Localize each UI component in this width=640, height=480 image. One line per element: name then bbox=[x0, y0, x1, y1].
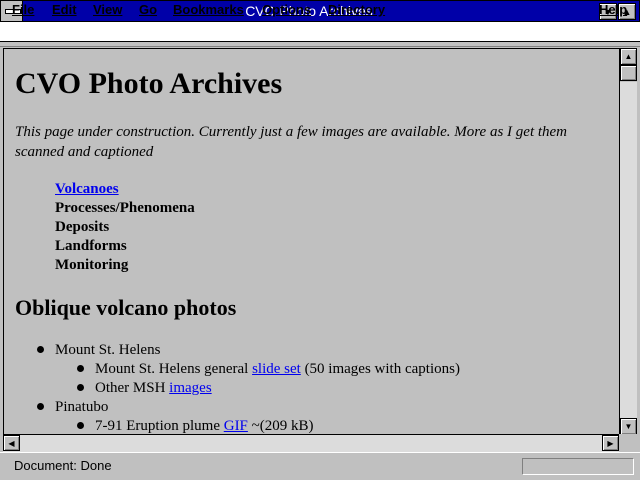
bullet-icon bbox=[37, 403, 44, 410]
toc-item: Deposits bbox=[55, 219, 110, 235]
list-item-text: 7-91 Eruption plume bbox=[95, 418, 224, 434]
images-link[interactable]: images bbox=[169, 380, 212, 396]
menu-help[interactable]: Help bbox=[599, 1, 627, 19]
list-item: 7-91 Eruption plume GIF ~(209 kB) bbox=[95, 417, 314, 434]
arrow-left-icon: ◀ bbox=[8, 439, 15, 448]
list-item: Mount St. Helens general slide set (50 i… bbox=[95, 360, 460, 379]
toolbar-strip bbox=[0, 43, 640, 47]
menu-help-label: Help bbox=[599, 2, 628, 17]
menu-file[interactable]: File bbox=[12, 1, 34, 19]
toc-item: Landforms bbox=[55, 238, 127, 254]
menu-bar bbox=[0, 22, 640, 42]
menu-options[interactable]: Options bbox=[262, 1, 311, 19]
menu-edit[interactable]: Edit bbox=[52, 1, 77, 19]
gif-link[interactable]: GIF bbox=[224, 418, 248, 434]
menu-directory[interactable]: Directory bbox=[328, 1, 385, 19]
scrollbar-corner bbox=[619, 434, 637, 452]
bullet-icon bbox=[77, 365, 84, 372]
scroll-down-button[interactable]: ▼ bbox=[620, 418, 637, 435]
menu-directory-label: Directory bbox=[328, 2, 386, 17]
document-view[interactable]: CVO Photo Archives This page under const… bbox=[3, 48, 619, 434]
menu-options-label: Options bbox=[262, 2, 312, 17]
volcanoes-link[interactable]: Volcanoes bbox=[55, 181, 119, 197]
arrow-right-icon: ▶ bbox=[607, 439, 614, 448]
list-item: Mount St. Helens bbox=[55, 342, 161, 358]
toc-item-volcanoes[interactable]: Volcanoes bbox=[55, 180, 119, 199]
intro-text: This page under construction. Currently … bbox=[15, 124, 568, 160]
slide-set-link[interactable]: slide set bbox=[252, 361, 301, 377]
list-item-text: Mount St. Helens general bbox=[95, 361, 253, 377]
status-text: Document: Done bbox=[14, 458, 112, 473]
page-heading: CVO Photo Archives bbox=[15, 67, 283, 100]
scroll-up-button[interactable]: ▲ bbox=[620, 48, 637, 65]
toc-item: Processes/Phenomena bbox=[55, 200, 195, 216]
menu-go[interactable]: Go bbox=[139, 1, 157, 19]
menu-view-label: View bbox=[93, 2, 123, 17]
toc-item: Monitoring bbox=[55, 257, 129, 273]
menu-view[interactable]: View bbox=[93, 1, 122, 19]
horizontal-scrollbar[interactable] bbox=[3, 434, 619, 452]
list-item-text: (50 images with captions) bbox=[300, 361, 460, 377]
arrow-up-icon: ▲ bbox=[624, 52, 633, 61]
list-item: Other MSH images bbox=[95, 379, 212, 398]
menu-go-label: Go bbox=[139, 2, 158, 17]
section-heading: Oblique volcano photos bbox=[15, 295, 237, 320]
scroll-left-button[interactable]: ◀ bbox=[3, 435, 20, 451]
list-item-text: ~(209 kB) bbox=[247, 418, 314, 434]
menu-edit-label: Edit bbox=[52, 2, 77, 17]
bullet-icon bbox=[37, 346, 44, 353]
menu-bookmarks-label: Bookmarks bbox=[173, 2, 244, 17]
menu-file-label: File bbox=[12, 2, 35, 17]
bullet-icon bbox=[77, 384, 84, 391]
progress-indicator bbox=[522, 458, 634, 475]
vertical-scroll-track[interactable] bbox=[620, 82, 637, 418]
scroll-right-button[interactable]: ▶ bbox=[602, 435, 619, 451]
list-item: Pinatubo bbox=[55, 399, 109, 415]
list-item-text: Other MSH bbox=[95, 380, 170, 396]
bullet-icon bbox=[77, 422, 84, 429]
vertical-scroll-thumb[interactable] bbox=[620, 65, 637, 81]
menu-bookmarks[interactable]: Bookmarks bbox=[173, 1, 244, 19]
arrow-down-icon: ▼ bbox=[624, 422, 633, 431]
